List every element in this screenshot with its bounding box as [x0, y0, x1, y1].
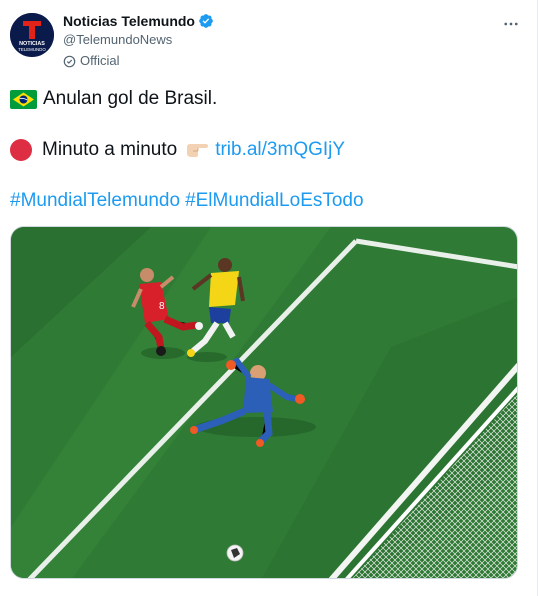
more-options-icon[interactable] — [499, 12, 523, 36]
author-display-name[interactable]: Noticias Telemundo — [63, 12, 195, 30]
tweet-card[interactable]: NOTICIAS TELEMUNDO Noticias Telemundo @T… — [0, 0, 538, 596]
pointing-right-emoji — [185, 140, 209, 160]
author-names: Noticias Telemundo @TelemundoNews Offici… — [63, 12, 214, 70]
tweet-text: Anulan gol de Brasil. Minuto a minuto tr… — [10, 86, 525, 214]
tweet-photo[interactable]: 8 — [10, 226, 518, 579]
tweet-line-2-text: Minuto a minuto — [42, 139, 178, 160]
tweet-header: NOTICIAS TELEMUNDO Noticias Telemundo @T… — [10, 12, 527, 68]
official-label: Official — [63, 52, 214, 70]
verified-badge-icon — [198, 13, 214, 29]
brazil-flag-emoji — [10, 89, 37, 109]
tweet-hashtags: #MundialTelemundo #ElMundialLoEsTodo — [10, 188, 525, 214]
football-ball — [226, 544, 244, 562]
tweet-line-1-text: Anulan gol de Brasil. — [43, 88, 218, 109]
tweet-line-1: Anulan gol de Brasil. — [10, 86, 525, 112]
hashtag-link[interactable]: #ElMundialLoEsTodo — [185, 188, 364, 214]
official-label-text: Official — [80, 53, 120, 68]
tweet-link[interactable]: trib.al/3mQGIjY — [215, 137, 345, 163]
shirt-number: 8 — [159, 301, 165, 312]
official-label-icon — [63, 55, 76, 68]
author-handle[interactable]: @TelemundoNews — [63, 31, 214, 49]
red-circle-emoji — [10, 139, 32, 161]
hashtag-link[interactable]: #MundialTelemundo — [10, 188, 180, 214]
avatar-text-telemundo: TELEMUNDO — [18, 47, 46, 52]
tweet-line-2: Minuto a minuto trib.al/3mQGIjY — [10, 137, 525, 163]
author-name-row[interactable]: Noticias Telemundo — [63, 12, 214, 30]
avatar[interactable]: NOTICIAS TELEMUNDO — [10, 13, 54, 57]
